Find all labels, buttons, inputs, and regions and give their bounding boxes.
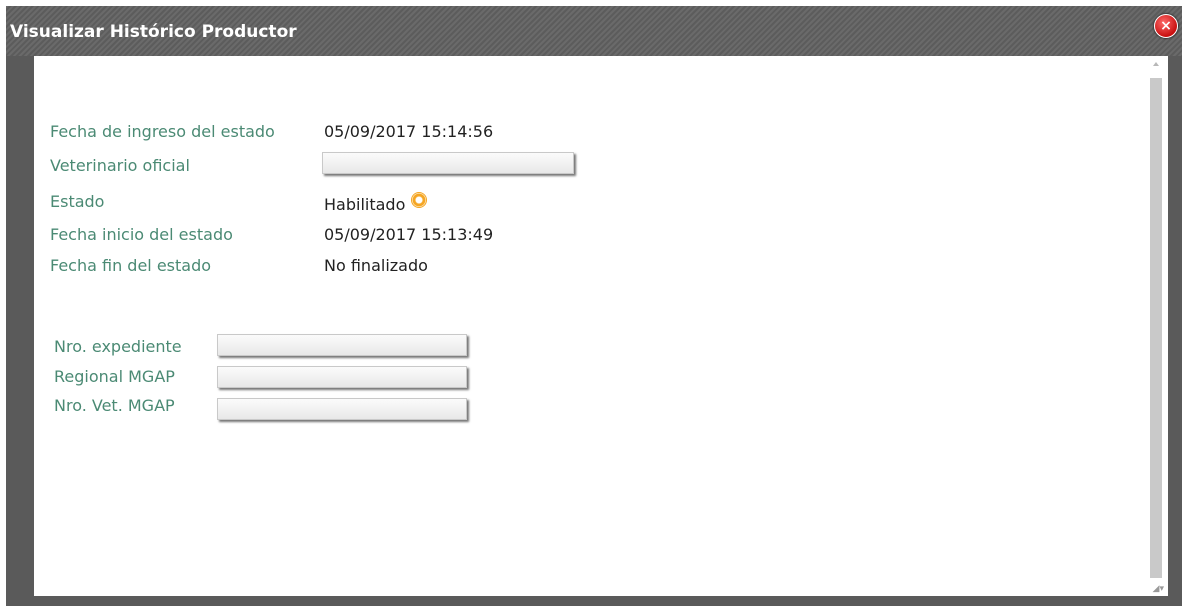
- scroll-up-arrow[interactable]: [1153, 62, 1159, 66]
- close-button[interactable]: ×: [1154, 14, 1178, 38]
- estado-value-wrap: Habilitado: [324, 192, 428, 214]
- estado-value: Habilitado: [324, 195, 406, 214]
- regional-value-redacted: [217, 366, 467, 388]
- regional-label: Regional MGAP: [54, 367, 175, 386]
- fecha-ingreso-value: 05/09/2017 15:14:56: [324, 122, 494, 141]
- dialog-content: Fecha de ingreso del estado 05/09/2017 1…: [34, 56, 1168, 596]
- fecha-fin-value: No finalizado: [324, 256, 428, 275]
- nro-vet-label: Nro. Vet. MGAP: [54, 396, 175, 415]
- estado-label: Estado: [50, 192, 105, 211]
- refresh-icon[interactable]: [411, 192, 428, 208]
- scroll-thumb[interactable]: [1150, 78, 1162, 578]
- fecha-fin-label: Fecha fin del estado: [50, 256, 212, 275]
- fecha-ingreso-label: Fecha de ingreso del estado: [50, 122, 275, 141]
- veterinario-label: Veterinario oficial: [50, 156, 190, 175]
- dialog-title: Visualizar Histórico Productor: [10, 22, 297, 42]
- dialog-titlebar[interactable]: Visualizar Histórico Productor ×: [6, 6, 1182, 56]
- nro-vet-value-redacted: [217, 398, 467, 420]
- resize-grip-icon[interactable]: ◢▾: [1153, 584, 1164, 594]
- nro-expediente-value-redacted: [217, 334, 467, 356]
- fecha-inicio-label: Fecha inicio del estado: [50, 225, 233, 244]
- nro-expediente-label: Nro. expediente: [54, 337, 182, 356]
- historico-dialog: Visualizar Histórico Productor × Fecha d…: [6, 6, 1182, 606]
- fecha-inicio-value: 05/09/2017 15:13:49: [324, 225, 494, 244]
- veterinario-value-redacted: [322, 152, 574, 174]
- vertical-scrollbar[interactable]: [1150, 62, 1162, 590]
